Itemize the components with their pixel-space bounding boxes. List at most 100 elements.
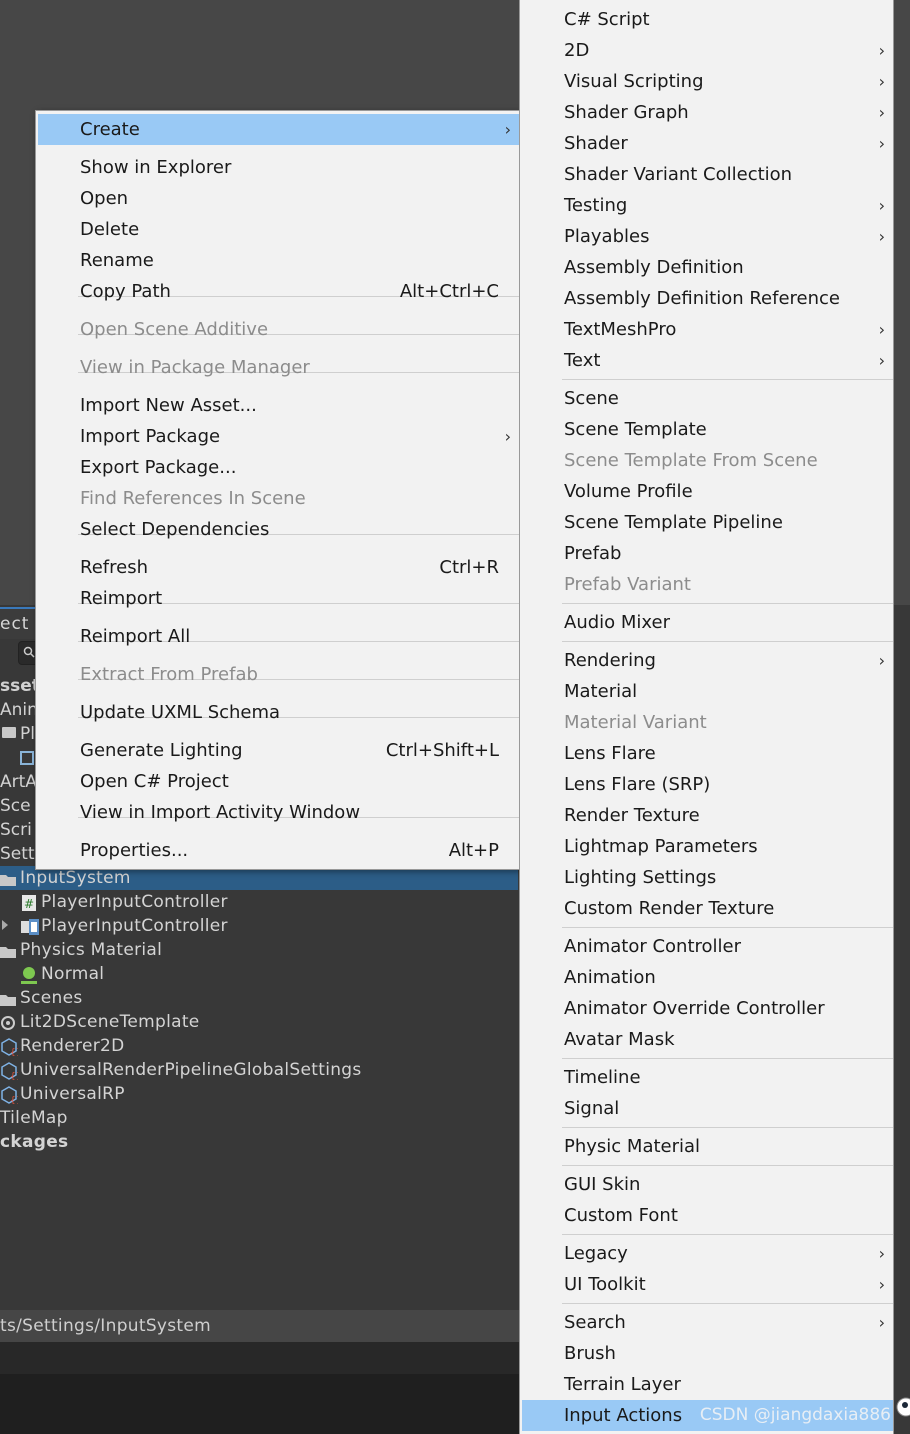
menu-item-show-in-explorer[interactable]: Show in Explorer (38, 152, 519, 183)
menu-item-extract-from-prefab[interactable]: Extract From Prefab (38, 659, 519, 690)
menu-item-rename[interactable]: Rename (38, 245, 519, 276)
create-item-gui-skin[interactable]: GUI Skin (522, 1169, 893, 1200)
project-tree-item[interactable]: Pl (20, 722, 35, 746)
menu-item-reimport-all[interactable]: Reimport All (38, 621, 519, 652)
create-item-playables[interactable]: Playables › (522, 221, 893, 252)
create-item-lens-flare-srp[interactable]: Lens Flare (SRP) (522, 769, 893, 800)
project-tree-item[interactable]: Anin (0, 698, 35, 722)
create-item-terrain-layer[interactable]: Terrain Layer (522, 1369, 893, 1400)
create-item-scene-template[interactable]: Scene Template (522, 414, 893, 445)
create-item-audio-mixer[interactable]: Audio Mixer (522, 607, 893, 638)
menu-item-properties[interactable]: Properties... Alt+P (38, 835, 519, 866)
bottom-strip (0, 1342, 520, 1374)
create-item-render-texture[interactable]: Render Texture (522, 800, 893, 831)
create-item-animation[interactable]: Animation (522, 962, 893, 993)
create-item-shader-variant-collection[interactable]: Shader Variant Collection (522, 159, 893, 190)
project-tab-label: ect (0, 614, 30, 634)
menu-item-open-c-project[interactable]: Open C# Project (38, 766, 519, 797)
create-item-custom-font[interactable]: Custom Font (522, 1200, 893, 1231)
create-item-ui-toolkit[interactable]: UI Toolkit › (522, 1269, 893, 1300)
project-tree-item[interactable]: Scri (0, 818, 35, 842)
create-item-scene[interactable]: Scene (522, 383, 893, 414)
project-tree-row-renderer2d[interactable]: {}Renderer2D (0, 1034, 518, 1058)
menu-item-find-references-in-scene[interactable]: Find References In Scene (38, 483, 519, 514)
create-item-animator-controller[interactable]: Animator Controller (522, 931, 893, 962)
create-item-scene-template-from-scene[interactable]: Scene Template From Scene (522, 445, 893, 476)
create-item-custom-render-texture[interactable]: Custom Render Texture (522, 893, 893, 924)
project-tree-row-playerinputcontroller[interactable]: PlayerInputController (0, 914, 518, 938)
menu-item-select-dependencies[interactable]: Select Dependencies (38, 514, 519, 545)
project-tree-item[interactable]: ArtA (0, 770, 35, 794)
project-tree-item[interactable]: sset (0, 674, 35, 698)
menu-item-label: Audio Mixer (564, 612, 670, 633)
create-item-signal[interactable]: Signal (522, 1093, 893, 1124)
menu-item-copy-path[interactable]: Copy Path Alt+Ctrl+C (38, 276, 519, 307)
create-item-lighting-settings[interactable]: Lighting Settings (522, 862, 893, 893)
create-item-text[interactable]: Text › (522, 345, 893, 376)
create-item-lightmap-parameters[interactable]: Lightmap Parameters (522, 831, 893, 862)
create-item-material[interactable]: Material (522, 676, 893, 707)
create-item-testing[interactable]: Testing › (522, 190, 893, 221)
create-item-shader[interactable]: Shader › (522, 128, 893, 159)
create-item-brush[interactable]: Brush (522, 1338, 893, 1369)
create-item-animator-override-controller[interactable]: Animator Override Controller (522, 993, 893, 1024)
project-tree-row-normal[interactable]: Normal (0, 962, 518, 986)
menu-item-label: GUI Skin (564, 1174, 641, 1195)
menu-item-label: Lens Flare (564, 743, 656, 764)
watermark-text: CSDN @jiangdaxia886 (699, 1405, 891, 1425)
menu-item-create[interactable]: Create › (38, 114, 519, 145)
project-tree-row-scenes[interactable]: Scenes (0, 986, 518, 1010)
chevron-right-icon: › (878, 651, 885, 670)
menu-item-view-in-import-activity-window[interactable]: View in Import Activity Window (38, 797, 519, 828)
create-item-prefab[interactable]: Prefab (522, 538, 893, 569)
create-item-c-script[interactable]: C# Script (522, 4, 893, 35)
create-item-physic-material[interactable]: Physic Material (522, 1131, 893, 1162)
menu-item-import-package[interactable]: Import Package › (38, 421, 519, 452)
create-item-prefab-variant[interactable]: Prefab Variant (522, 569, 893, 600)
menu-item-label: C# Script (564, 9, 650, 30)
project-tree-item[interactable]: Sce (0, 794, 35, 818)
project-tree-row-physics-material[interactable]: Physics Material (0, 938, 518, 962)
expand-arrow-icon[interactable] (2, 920, 8, 930)
menu-item-delete[interactable]: Delete (38, 214, 519, 245)
menu-item-generate-lighting[interactable]: Generate Lighting Ctrl+Shift+L (38, 735, 519, 766)
project-tree-row-lit2dscenetemplate[interactable]: Lit2DSceneTemplate (0, 1010, 518, 1034)
create-item-visual-scripting[interactable]: Visual Scripting › (522, 66, 893, 97)
menu-item-view-in-package-manager[interactable]: View in Package Manager (38, 352, 519, 383)
menu-item-reimport[interactable]: Reimport (38, 583, 519, 614)
chevron-right-icon: › (878, 351, 885, 370)
project-tree-item[interactable]: Sett (0, 842, 35, 866)
menu-item-open[interactable]: Open (38, 183, 519, 214)
create-item-lens-flare[interactable]: Lens Flare (522, 738, 893, 769)
create-item-material-variant[interactable]: Material Variant (522, 707, 893, 738)
create-item-assembly-definition[interactable]: Assembly Definition (522, 252, 893, 283)
create-item-shader-graph[interactable]: Shader Graph › (522, 97, 893, 128)
chevron-right-icon: › (504, 427, 511, 446)
menu-item-label: Lens Flare (SRP) (564, 774, 711, 795)
create-item-textmeshpro[interactable]: TextMeshPro › (522, 314, 893, 345)
create-item-rendering[interactable]: Rendering › (522, 645, 893, 676)
create-item-2d[interactable]: 2D › (522, 35, 893, 66)
project-tree-row-universalrenderpipelineglobalsettings[interactable]: {}UniversalRenderPipelineGlobalSettings (0, 1058, 518, 1082)
project-tree-row-tilemap[interactable]: TileMap (0, 1106, 518, 1130)
project-tree-row-ckages[interactable]: ckages (0, 1130, 518, 1154)
search-icon (23, 646, 35, 658)
create-item-search[interactable]: Search › (522, 1307, 893, 1338)
create-item-volume-profile[interactable]: Volume Profile (522, 476, 893, 507)
create-item-avatar-mask[interactable]: Avatar Mask (522, 1024, 893, 1055)
project-tree-row-playerinputcontroller[interactable]: # PlayerInputController (0, 890, 518, 914)
create-item-legacy[interactable]: Legacy › (522, 1238, 893, 1269)
menu-item-refresh[interactable]: Refresh Ctrl+R (38, 552, 519, 583)
menu-item-label: Rename (80, 250, 154, 271)
menu-item-open-scene-additive[interactable]: Open Scene Additive (38, 314, 519, 345)
project-tab[interactable]: ect (0, 607, 40, 639)
menu-item-label: Terrain Layer (564, 1374, 681, 1395)
create-item-input-actions[interactable]: Input Actions CSDN @jiangdaxia886 (522, 1400, 893, 1431)
create-item-assembly-definition-reference[interactable]: Assembly Definition Reference (522, 283, 893, 314)
menu-item-update-uxml-schema[interactable]: Update UXML Schema (38, 697, 519, 728)
create-item-timeline[interactable]: Timeline (522, 1062, 893, 1093)
menu-item-export-package[interactable]: Export Package... (38, 452, 519, 483)
create-item-scene-template-pipeline[interactable]: Scene Template Pipeline (522, 507, 893, 538)
menu-item-import-new-asset[interactable]: Import New Asset... (38, 390, 519, 421)
project-tree-row-universalrp[interactable]: {}UniversalRP (0, 1082, 518, 1106)
